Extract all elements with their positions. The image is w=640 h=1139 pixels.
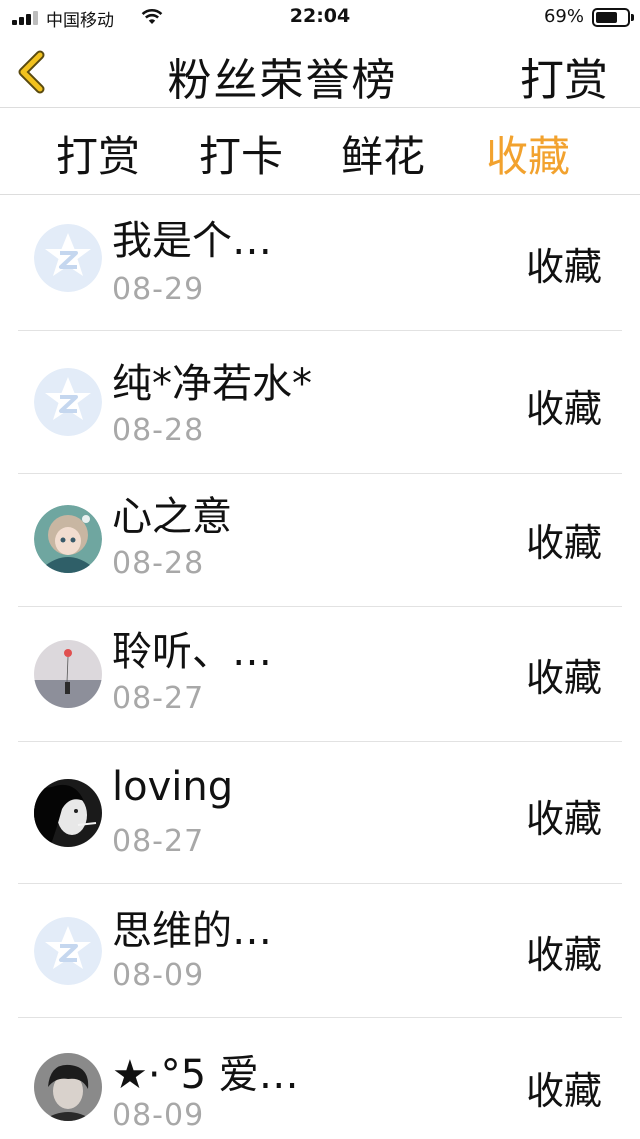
- fan-name: 我是个…: [112, 218, 272, 264]
- nav-bar: 粉丝荣誉榜 打赏: [0, 36, 640, 108]
- list-item[interactable]: 我是个… 08-29 收藏: [0, 196, 640, 331]
- favorite-action-label: 收藏: [525, 933, 602, 977]
- fan-date: 08-09: [112, 1098, 205, 1133]
- list-item[interactable]: 聆听、… 08-27 收藏: [0, 607, 640, 742]
- fan-date: 08-27: [112, 681, 205, 716]
- tab-favorites[interactable]: 收藏: [486, 123, 570, 184]
- list-item[interactable]: 纯*净若水* 08-28 收藏: [0, 331, 640, 474]
- dark-portrait-avatar: [34, 779, 102, 847]
- tab-checkin[interactable]: 打卡: [199, 123, 283, 184]
- default-qq-avatar-icon: [34, 224, 102, 292]
- favorite-action-label: 收藏: [525, 521, 602, 565]
- fan-date: 08-28: [112, 413, 205, 448]
- anime-girl-avatar: [34, 505, 102, 573]
- fan-date: 08-09: [112, 958, 205, 993]
- fan-name: 聆听、…: [112, 629, 272, 675]
- battery-icon: [592, 8, 634, 27]
- battery-percentage: 69%: [543, 6, 584, 27]
- page-title: 粉丝荣誉榜: [167, 55, 398, 106]
- favorite-action-label: 收藏: [525, 797, 602, 841]
- boy-portrait-avatar: [34, 1053, 102, 1121]
- favorite-action-label: 收藏: [525, 387, 602, 431]
- default-qq-avatar-icon: [34, 917, 102, 985]
- tab-flowers[interactable]: 鲜花: [341, 123, 425, 184]
- favorite-action-label: 收藏: [525, 1069, 602, 1113]
- fan-name: 心之意: [112, 494, 232, 540]
- list-item[interactable]: loving 08-27 收藏: [0, 742, 640, 884]
- list-item[interactable]: 思维的… 08-09 收藏: [0, 884, 640, 1018]
- default-qq-avatar-icon: [34, 368, 102, 436]
- fan-name: 纯*净若水*: [112, 361, 312, 407]
- fan-name: loving: [112, 764, 234, 810]
- favorite-action-label: 收藏: [525, 656, 602, 700]
- tab-reward[interactable]: 打赏: [56, 123, 140, 184]
- status-bar: 中国移动 22:04 69%: [0, 0, 640, 36]
- fan-date: 08-27: [112, 824, 205, 859]
- reward-button[interactable]: 打赏: [520, 44, 608, 108]
- tab-bar: 打赏 打卡 鲜花 收藏: [0, 109, 640, 195]
- fan-date: 08-29: [112, 272, 205, 307]
- favorite-action-label: 收藏: [525, 245, 602, 289]
- seaside-balloon-avatar: [34, 640, 102, 708]
- fan-date: 08-28: [112, 546, 205, 581]
- fan-name: ★·°5 爱…: [112, 1052, 299, 1098]
- list-item[interactable]: ★·°5 爱… 08-09 收藏: [0, 1018, 640, 1139]
- list-item[interactable]: 心之意 08-28 收藏: [0, 474, 640, 607]
- fan-name: 思维的…: [112, 908, 272, 954]
